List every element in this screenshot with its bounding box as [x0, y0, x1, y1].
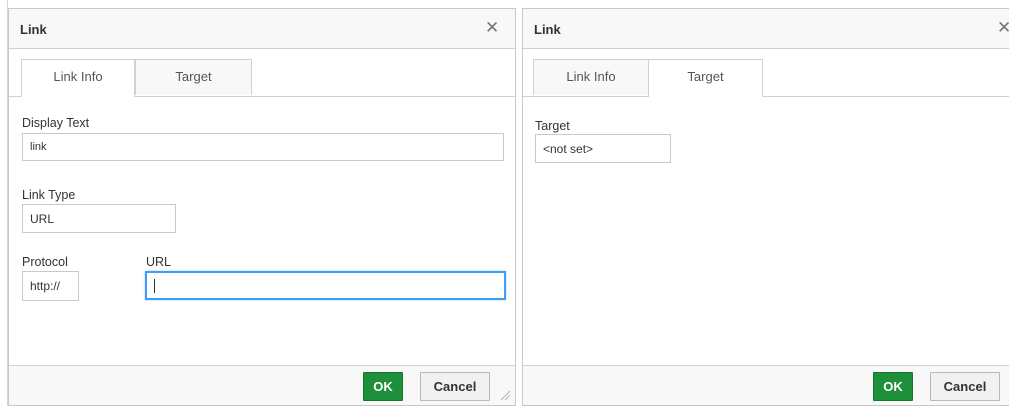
tab-link-info[interactable]: Link Info [533, 59, 649, 95]
link-type-select[interactable]: URL [22, 204, 176, 233]
protocol-label: Protocol [22, 255, 68, 269]
dialog-footer: OK Cancel [523, 365, 1009, 405]
display-text-input[interactable]: link [22, 133, 504, 161]
target-select[interactable]: <not set> [535, 134, 671, 163]
display-text-value: link [30, 141, 47, 153]
link-dialog-link-info: Link ✕ Link Info Target Display Text lin… [8, 8, 516, 406]
display-text-label: Display Text [22, 116, 90, 130]
dialog-title: Link [20, 22, 47, 37]
link-type-value: URL [30, 211, 55, 226]
protocol-value: http:// [30, 279, 61, 293]
dialog-title: Link [534, 22, 561, 37]
cancel-button[interactable]: Cancel [930, 372, 1000, 401]
target-value: <not set> [543, 141, 594, 156]
protocol-select[interactable]: http:// [22, 271, 79, 301]
link-dialog-target: Link ✕ Link Info Target Target <not set>… [522, 8, 1009, 406]
ok-button[interactable]: OK [363, 372, 403, 401]
ok-button[interactable]: OK [873, 372, 913, 401]
dialog-tabs: Link Info Target [523, 49, 1009, 97]
dialog-tabs: Link Info Target [9, 49, 515, 97]
link-type-label: Link Type [22, 188, 76, 202]
dialog-footer: OK Cancel [9, 365, 515, 405]
resize-grip-icon[interactable] [499, 389, 511, 401]
dialog-titlebar: Link ✕ [9, 9, 515, 49]
close-icon[interactable]: ✕ [997, 18, 1009, 38]
tab-target[interactable]: Target [135, 59, 252, 95]
close-icon[interactable]: ✕ [485, 18, 499, 38]
tab-target[interactable]: Target [648, 59, 763, 97]
tab-link-info[interactable]: Link Info [21, 59, 135, 97]
url-label: URL [146, 255, 172, 269]
dialog-titlebar: Link ✕ [523, 9, 1009, 49]
cancel-button[interactable]: Cancel [420, 372, 490, 401]
text-caret [154, 278, 155, 293]
target-label: Target [535, 119, 570, 133]
url-input[interactable] [145, 271, 506, 300]
